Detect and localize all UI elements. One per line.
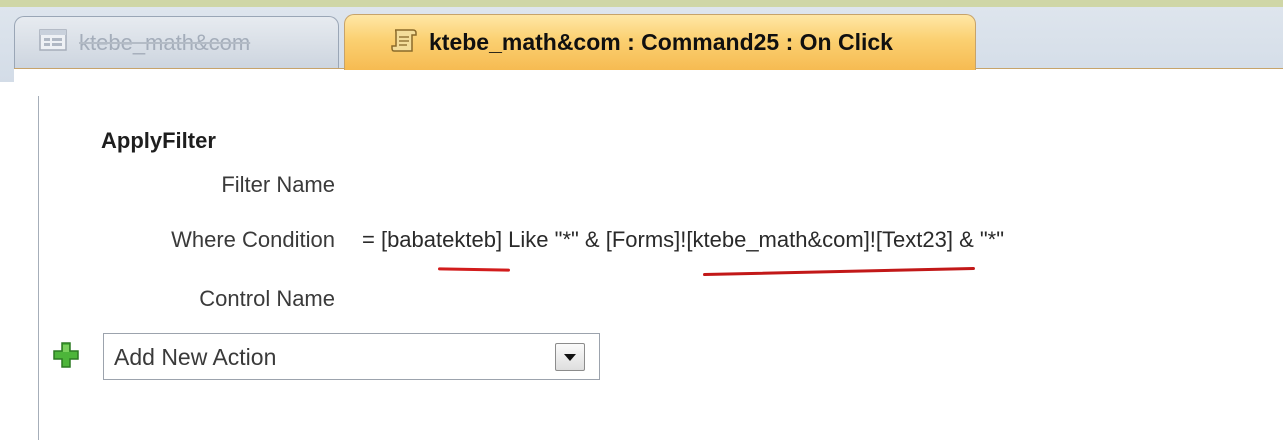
where-condition-value[interactable]: = [babatekteb] Like "*" & [Forms]![ktebe…: [362, 227, 1004, 253]
tab-form[interactable]: ktebe_math&com: [14, 16, 339, 68]
add-new-action-combobox[interactable]: Add New Action: [103, 333, 600, 380]
tab-macro-label: ktebe_math&com : Command25 : On Click: [429, 29, 893, 55]
plus-icon[interactable]: [52, 341, 80, 369]
tab-form-label: ktebe_math&com: [79, 29, 251, 55]
argument-label-control-name: Control Name: [199, 286, 335, 311]
argument-label-filter-name: Filter Name: [221, 172, 335, 197]
chevron-down-icon: [564, 353, 576, 361]
argument-label-where-condition: Where Condition: [171, 227, 335, 252]
macro-block-border: [38, 96, 39, 440]
macro-scroll-icon: [389, 25, 419, 60]
add-new-action-text: Add New Action: [114, 344, 277, 370]
macro-design-surface: [14, 68, 1283, 441]
ribbon-edge: [0, 0, 1283, 7]
form-icon: [39, 28, 67, 57]
tab-macro-on-click[interactable]: ktebe_math&com : Command25 : On Click: [344, 14, 976, 70]
dropdown-button[interactable]: [555, 343, 585, 371]
macro-action-name[interactable]: ApplyFilter: [101, 128, 216, 154]
